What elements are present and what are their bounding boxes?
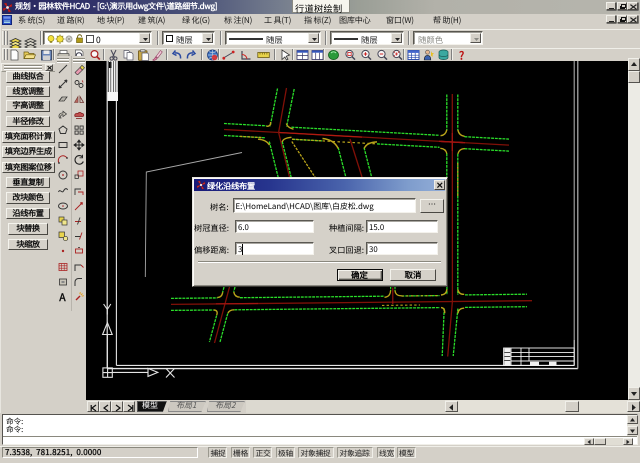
svg-text:?: ? — [459, 49, 464, 61]
svg-text:A: A — [58, 291, 66, 303]
